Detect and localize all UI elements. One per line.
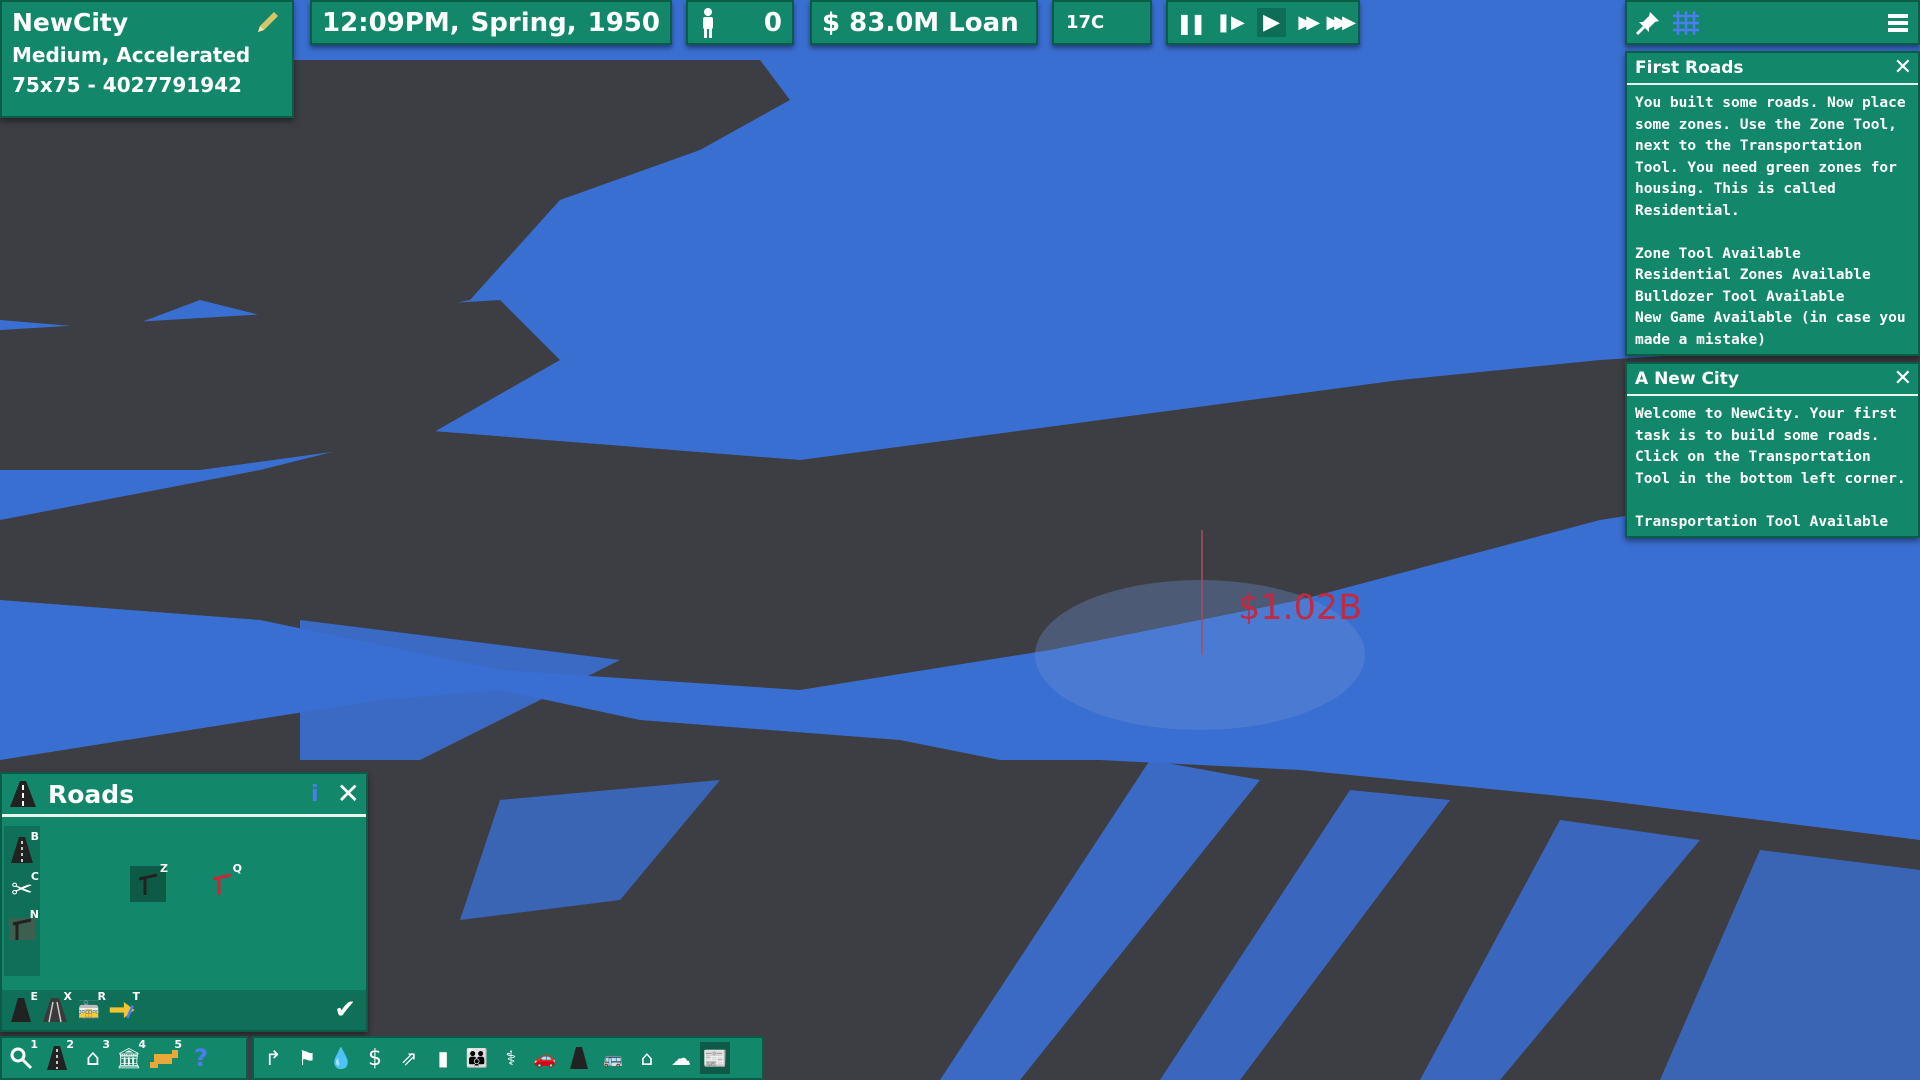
time-label: 12:09PM, bbox=[322, 7, 460, 38]
city-name: NewCity bbox=[12, 8, 129, 37]
bulldozer-icon[interactable]: 5 bbox=[150, 1038, 182, 1074]
pin-icon[interactable] bbox=[1635, 10, 1661, 36]
person-icon bbox=[703, 7, 713, 38]
tower-icon[interactable]: ▮ bbox=[428, 1042, 458, 1074]
message-title: A New City bbox=[1635, 369, 1739, 389]
fastest-icon[interactable]: ▶▶▶ bbox=[1326, 12, 1355, 33]
search-icon[interactable]: 1 bbox=[6, 1038, 38, 1074]
close-icon[interactable]: ✕ bbox=[1894, 368, 1912, 390]
growth-icon[interactable]: ⇗ bbox=[394, 1042, 424, 1074]
date-display: 12:09PM, Spring, 1950 bbox=[310, 0, 672, 45]
expressway-icon[interactable]: X bbox=[40, 990, 72, 1026]
panel-title: Roads bbox=[48, 779, 135, 809]
temperature-label: 17C bbox=[1066, 12, 1105, 33]
flag-icon[interactable]: ⚑ bbox=[292, 1042, 322, 1074]
speed-controls: ❚❚ ❚▶ ▶ ▶▶ ▶▶▶ bbox=[1166, 0, 1360, 45]
money-display[interactable]: $ 83.0M Loan bbox=[810, 0, 1038, 45]
fast-forward-icon[interactable]: ▶▶ bbox=[1298, 12, 1320, 33]
side-tools: B ✂ C N bbox=[4, 826, 40, 976]
signpost-icon[interactable]: N bbox=[7, 908, 39, 944]
main-toolbar: 1 2 ⌂ 3 🏛 4 5 ? bbox=[0, 1036, 248, 1080]
help-icon[interactable]: ? bbox=[186, 1042, 216, 1074]
money-label: $ 83.0M Loan bbox=[822, 7, 1019, 38]
house-icon[interactable]: ⌂ 3 bbox=[78, 1038, 110, 1074]
city-info-panel: NewCity Medium, Accelerated 75x75 - 4027… bbox=[0, 0, 294, 118]
city-difficulty: Medium, Accelerated bbox=[12, 43, 251, 67]
info-icon[interactable]: i bbox=[311, 782, 319, 807]
red-road-type-icon[interactable]: Q bbox=[204, 862, 242, 902]
population-display: 0 bbox=[686, 0, 794, 45]
message-new-city: A New City ✕ Welcome to NewCity. Your fi… bbox=[1625, 362, 1920, 538]
roads-bottom-bar: E X 🚋 R T ✔ bbox=[2, 990, 366, 1030]
transit-icon[interactable]: T bbox=[108, 990, 140, 1026]
city-size-seed: 75x75 - 4027791942 bbox=[12, 73, 242, 97]
road-icon[interactable] bbox=[564, 1042, 594, 1074]
road-icon[interactable]: B bbox=[7, 830, 39, 866]
price-label: $1.02B bbox=[1238, 588, 1363, 628]
budget-icon[interactable]: $ bbox=[360, 1042, 390, 1074]
people-icon[interactable]: 👪 bbox=[462, 1042, 492, 1074]
population-count: 0 bbox=[763, 7, 782, 38]
government-icon[interactable]: 🏛 4 bbox=[114, 1038, 146, 1074]
water-icon[interactable]: 💧 bbox=[326, 1042, 356, 1074]
secondary-toolbar: ↱ ⚑ 💧 $ ⇗ ▮ 👪 ⚕ 🚗 🚌 ⌂ ☁ 📰 bbox=[252, 1036, 764, 1080]
close-icon[interactable]: ✕ bbox=[1894, 57, 1912, 79]
year-label: 1950 bbox=[587, 7, 660, 38]
top-right-bar bbox=[1625, 0, 1920, 45]
message-title: First Roads bbox=[1635, 58, 1744, 78]
roads-panel: Roads i ✕ B ✂ C N Z Q E X 🚋 R T ✔ bbox=[0, 772, 368, 1032]
scissors-icon[interactable]: ✂ C bbox=[7, 870, 39, 906]
confirm-icon[interactable]: ✔ bbox=[334, 995, 356, 1025]
pause-icon[interactable]: ❚❚ bbox=[1176, 11, 1206, 35]
message-body: You built some roads. Now place some zon… bbox=[1635, 95, 1906, 348]
menu-icon[interactable] bbox=[1886, 11, 1910, 35]
rail-icon[interactable]: 🚋 R bbox=[74, 990, 106, 1026]
health-icon[interactable]: ⚕ bbox=[496, 1042, 526, 1074]
bus-icon[interactable]: 🚌 bbox=[598, 1042, 628, 1074]
road-type-icon[interactable]: Z bbox=[130, 862, 168, 902]
season-label: Spring, bbox=[470, 7, 577, 38]
heatmap-icon[interactable]: ☁ bbox=[666, 1042, 696, 1074]
road-icon bbox=[10, 781, 36, 807]
message-body: Welcome to NewCity. Your first task is t… bbox=[1635, 406, 1906, 530]
close-icon[interactable]: ✕ bbox=[337, 780, 360, 808]
car-icon[interactable]: 🚗 bbox=[530, 1042, 560, 1074]
road-icon[interactable]: E bbox=[6, 990, 38, 1026]
message-first-roads: First Roads ✕ You built some roads. Now … bbox=[1625, 51, 1920, 356]
grid-icon[interactable] bbox=[1671, 9, 1701, 37]
pencil-icon[interactable] bbox=[254, 10, 280, 36]
play-icon[interactable]: ▶ bbox=[1257, 8, 1287, 37]
road-icon[interactable]: 2 bbox=[42, 1038, 74, 1074]
route-icon[interactable]: ↱ bbox=[258, 1042, 288, 1074]
home-icon[interactable]: ⌂ bbox=[632, 1042, 662, 1074]
newspaper-icon[interactable]: 📰 bbox=[700, 1042, 730, 1074]
temperature-display: 17C bbox=[1052, 0, 1152, 45]
step-icon[interactable]: ❚▶ bbox=[1216, 12, 1245, 33]
